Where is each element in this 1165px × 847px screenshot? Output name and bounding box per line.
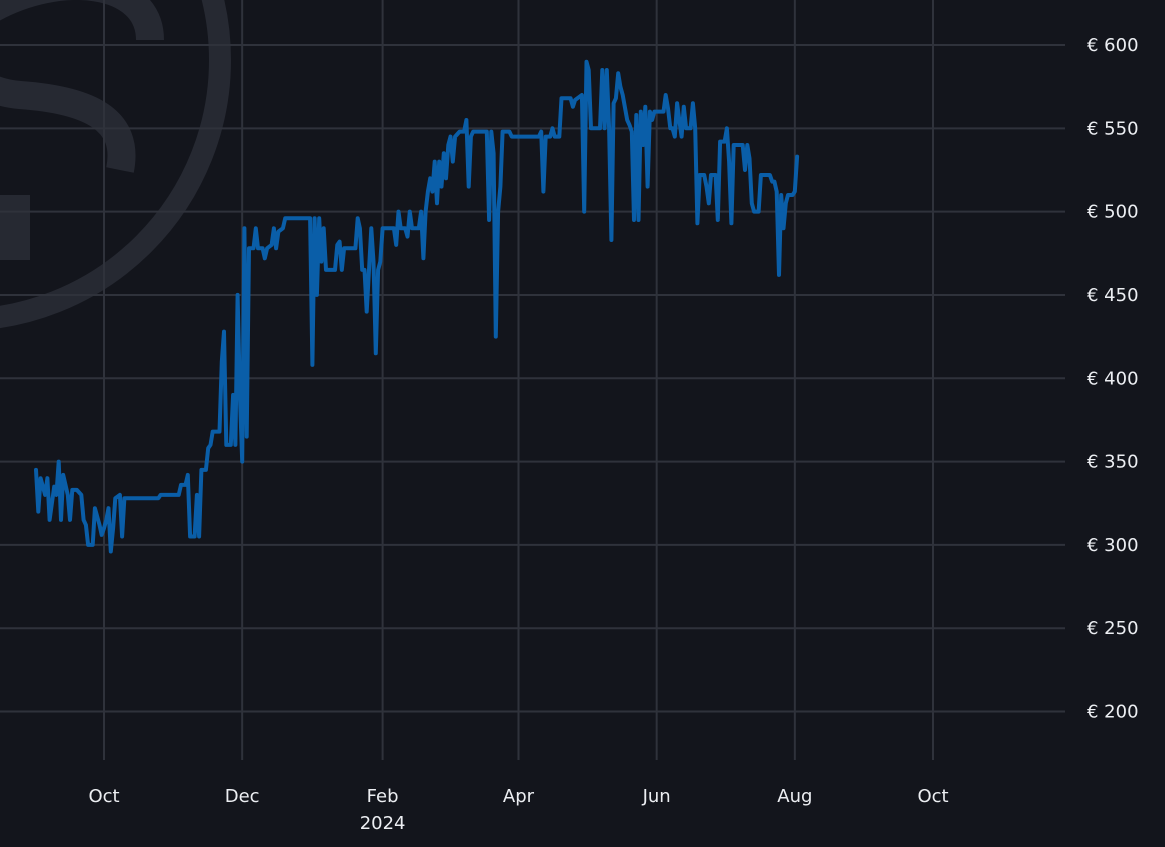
y-tick-label: € 300 [1087, 535, 1139, 556]
y-axis: € 200 € 250 € 300 € 350 € 400 € 450 € 500 € 550… [1087, 35, 1139, 723]
x-year-label: 2024 [360, 813, 406, 834]
price-history-chart: € 200 € 250 € 300 € 350 € 400 € 450 € 500 € 550… [0, 0, 1165, 847]
brand-logo-icon [0, 0, 231, 328]
x-tick-label: Aug [777, 786, 812, 807]
price-series-line [34, 59, 800, 554]
y-tick-label: € 550 [1087, 118, 1139, 139]
x-tick-label: Oct [88, 786, 119, 807]
y-tick-label: € 450 [1087, 285, 1139, 306]
y-tick-label: € 200 [1087, 702, 1139, 723]
y-tick-label: € 500 [1087, 202, 1139, 223]
series-layer [34, 59, 800, 554]
grid [0, 0, 1065, 760]
x-tick-label: Apr [503, 786, 535, 807]
y-tick-label: € 350 [1087, 452, 1139, 473]
chart-canvas: € 200 € 250 € 300 € 350 € 400 € 450 € 500 € 550… [0, 0, 1139, 834]
y-tick-label: € 250 [1087, 618, 1139, 639]
x-tick-label: Dec [225, 786, 260, 807]
x-axis: Oct Dec Feb 2024 Apr Jun Aug Oct [88, 786, 948, 834]
x-tick-label: Oct [917, 786, 948, 807]
x-tick-label: Feb [367, 786, 399, 807]
x-tick-label: Jun [642, 786, 671, 807]
y-tick-label: € 400 [1087, 368, 1139, 389]
y-tick-label: € 600 [1087, 35, 1139, 56]
